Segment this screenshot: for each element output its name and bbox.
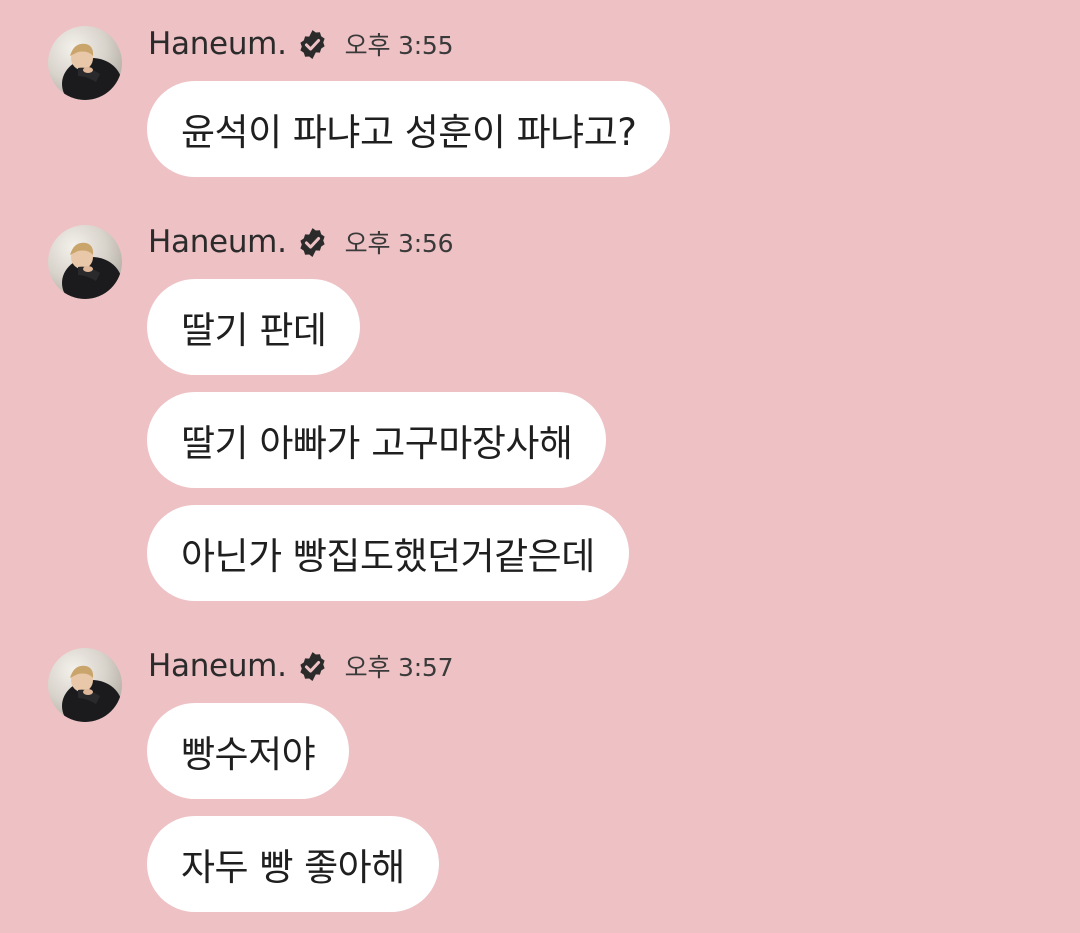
message-text: 자두 빵 좋아해 xyxy=(181,846,405,889)
message-text: 딸기 판데 xyxy=(181,309,327,352)
avatar[interactable] xyxy=(48,648,122,722)
message-text: 아닌가 빵집도했던거같은데 xyxy=(181,535,595,578)
message-bubble[interactable]: 빵수저야 xyxy=(147,703,350,799)
message-time: 오후 3:57 xyxy=(344,653,454,682)
avatar[interactable] xyxy=(48,225,122,299)
message-text: 딸기 아빠가 고구마장사해 xyxy=(181,422,573,465)
message-time: 오후 3:56 xyxy=(344,229,454,258)
avatar[interactable] xyxy=(48,26,122,100)
message-bubble[interactable]: 딸기 아빠가 고구마장사해 xyxy=(147,392,607,488)
message-bubble[interactable]: 자두 빵 좋아해 xyxy=(147,816,439,912)
verified-badge-icon xyxy=(296,226,329,259)
sender-name[interactable]: Haneum. xyxy=(148,648,287,684)
message-bubble[interactable]: 윤석이 파냐고 성훈이 파냐고? xyxy=(147,81,671,177)
message-header: Haneum. 오후 3:56 xyxy=(148,222,454,262)
verified-badge-icon xyxy=(296,650,329,683)
message-text: 윤석이 파냐고 성훈이 파냐고? xyxy=(181,111,637,154)
message-header: Haneum. 오후 3:57 xyxy=(148,646,454,686)
message-bubble[interactable]: 딸기 판데 xyxy=(147,279,361,375)
sender-name[interactable]: Haneum. xyxy=(148,26,287,62)
sender-name[interactable]: Haneum. xyxy=(148,224,287,260)
message-text: 빵수저야 xyxy=(181,733,316,776)
verified-badge-icon xyxy=(296,28,329,61)
message-time: 오후 3:55 xyxy=(344,31,454,60)
message-bubble[interactable]: 아닌가 빵집도했던거같은데 xyxy=(147,505,629,601)
message-header: Haneum. 오후 3:55 xyxy=(148,24,454,64)
